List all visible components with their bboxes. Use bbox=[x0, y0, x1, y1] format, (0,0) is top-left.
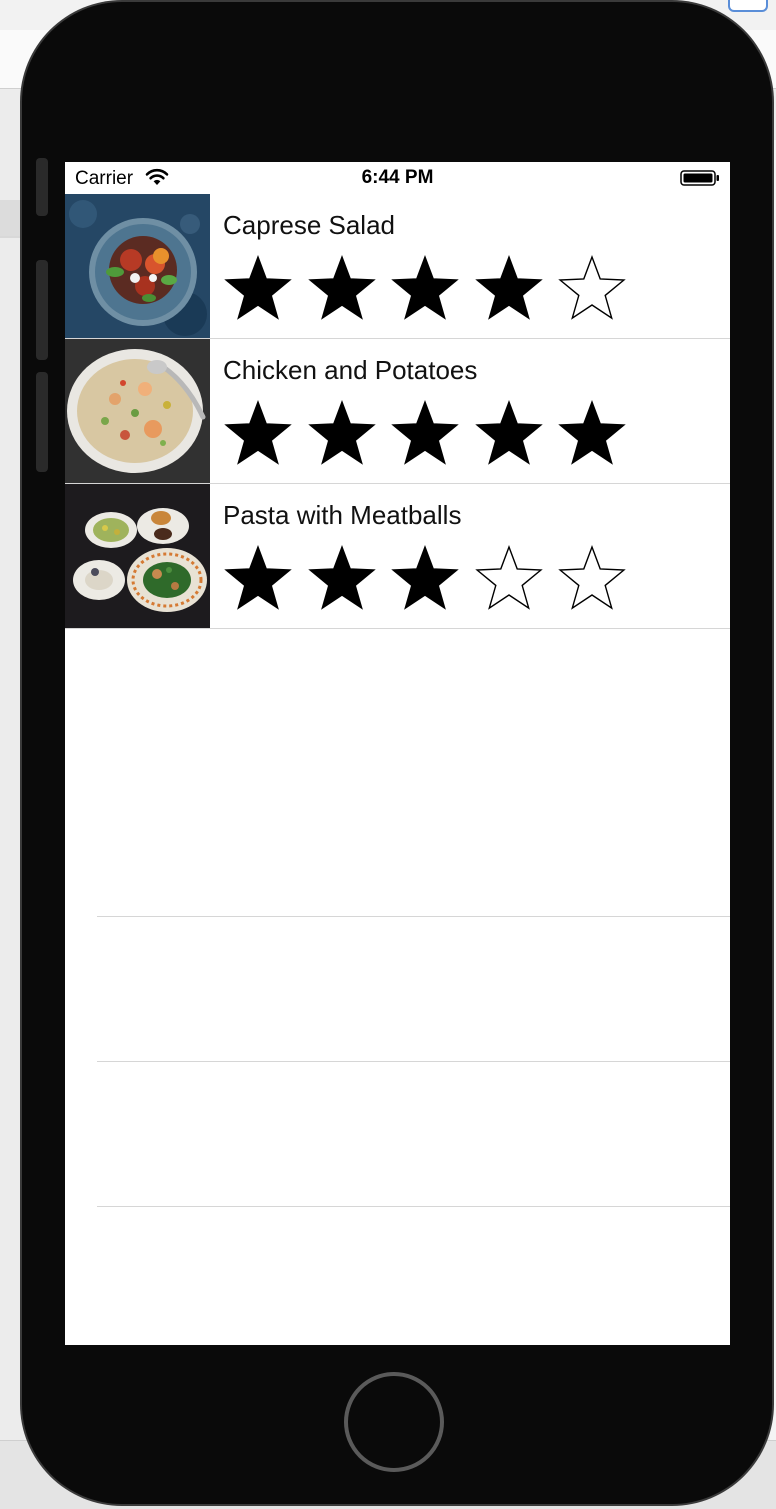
table-row[interactable]: Caprese Salad bbox=[65, 194, 730, 339]
recipe-photo bbox=[65, 484, 210, 628]
rating-control[interactable] bbox=[223, 399, 641, 469]
star-empty-icon[interactable] bbox=[557, 254, 627, 324]
star-filled-icon[interactable] bbox=[390, 399, 460, 469]
star-filled-icon[interactable] bbox=[223, 399, 293, 469]
star-filled-icon[interactable] bbox=[223, 544, 293, 614]
table-row[interactable]: Pasta with Meatballs bbox=[65, 484, 730, 629]
table-row[interactable]: Chicken and Potatoes bbox=[65, 339, 730, 484]
battery-icon bbox=[680, 170, 720, 186]
star-filled-icon[interactable] bbox=[307, 544, 377, 614]
recipe-table: Caprese Salad Chicken and Potatoes Pasta… bbox=[65, 194, 730, 629]
empty-row-separator bbox=[97, 1206, 730, 1207]
star-filled-icon[interactable] bbox=[223, 254, 293, 324]
app-screen: Carrier 6:44 PM Caprese Salad Chicken an… bbox=[65, 162, 730, 1345]
recipe-photo bbox=[65, 194, 210, 338]
star-filled-icon[interactable] bbox=[474, 254, 544, 324]
empty-row-separator bbox=[97, 916, 730, 917]
star-filled-icon[interactable] bbox=[557, 399, 627, 469]
recipe-name: Chicken and Potatoes bbox=[223, 355, 478, 385]
rating-control[interactable] bbox=[223, 254, 641, 324]
star-filled-icon[interactable] bbox=[307, 399, 377, 469]
star-filled-icon[interactable] bbox=[390, 254, 460, 324]
recipe-photo bbox=[65, 339, 210, 483]
mute-switch bbox=[36, 158, 48, 216]
home-button[interactable] bbox=[344, 1372, 444, 1472]
volume-down-button bbox=[36, 372, 48, 472]
star-empty-icon[interactable] bbox=[557, 544, 627, 614]
rating-control[interactable] bbox=[223, 544, 641, 614]
xcode-panel-toggle[interactable] bbox=[728, 0, 768, 12]
star-filled-icon[interactable] bbox=[307, 254, 377, 324]
volume-up-button bbox=[36, 260, 48, 360]
recipe-name: Caprese Salad bbox=[223, 210, 395, 240]
empty-row-separator bbox=[97, 1061, 730, 1062]
recipe-name: Pasta with Meatballs bbox=[223, 500, 462, 530]
star-empty-icon[interactable] bbox=[474, 544, 544, 614]
star-filled-icon[interactable] bbox=[474, 399, 544, 469]
star-filled-icon[interactable] bbox=[390, 544, 460, 614]
status-time: 6:44 PM bbox=[361, 167, 434, 188]
status-bar: Carrier 6:44 PM bbox=[65, 162, 730, 194]
